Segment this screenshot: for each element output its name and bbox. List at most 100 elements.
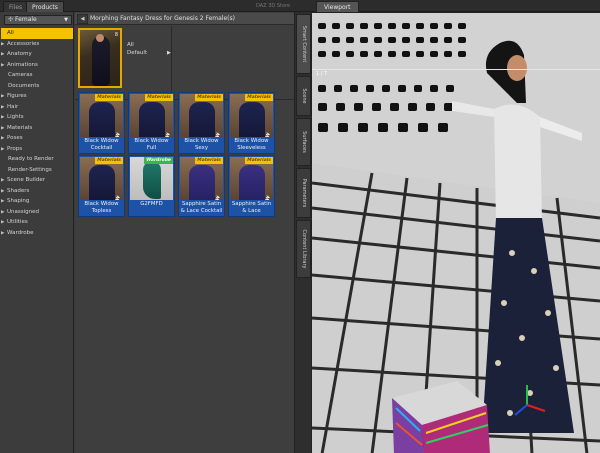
category-badge: Wardrobe [144,157,173,164]
category-item-label: Documents [8,82,40,89]
category-item-utilities[interactable]: ▶ Utilities [1,217,73,228]
product-item-label: Black Widow Sleeveless [234,138,269,151]
dress-preview [189,102,215,137]
product-item[interactable]: MaterialsNEWBlack Widow Topless [78,155,125,217]
product-item[interactable]: MaterialsNEWBlack Widow Full [128,92,175,154]
category-item-documents[interactable]: Documents [1,81,73,92]
category-item-animations[interactable]: ▶ Animations [1,60,73,71]
product-item-thumbnail: MaterialsNEW [80,157,123,200]
product-item[interactable]: MaterialsNEWBlack Widow Sexy [178,92,225,154]
category-item-label: Hair [7,103,19,110]
dress-preview [189,165,215,200]
product-item-thumbnail: Wardrobe [130,157,173,200]
category-item-poses[interactable]: ▶ Poses [1,133,73,144]
category-item-scene-builder[interactable]: ▶ Scene Builder [1,175,73,186]
dock-tab-smart-content[interactable]: Smart Content [296,14,311,74]
dress-preview [89,102,115,137]
category-item-all[interactable]: All [1,28,73,39]
product-item-thumbnail: MaterialsNEW [180,157,223,200]
category-item-accessories[interactable]: ▶ Accessories [1,39,73,50]
product-item[interactable]: MaterialsNEWBlack Widow Sleeveless [228,92,275,154]
dress-preview [239,102,265,137]
category-item-cameras[interactable]: Cameras [1,70,73,81]
product-row: 8 All Default ▶ [75,26,294,100]
filter-dropdown-value: Female [15,16,37,23]
category-item-render-settings[interactable]: Render-Settings [1,165,73,176]
category-item-label: Shaping [7,198,30,204]
dress-preview [143,161,161,199]
product-item-thumbnail: MaterialsNEW [80,94,123,137]
product-item-label: Sapphire Satin & Lace [231,201,272,214]
viewport-canvas[interactable]: 1 / 7 [312,12,600,453]
viewport-guide-line [312,69,600,70]
option-default[interactable]: Default ▶ [127,50,171,56]
dock-tab-label: Scene [300,88,307,104]
category-badge: Materials [195,94,223,101]
category-item-props[interactable]: ▶ Props [1,144,73,155]
breadcrumb-title: Morphing Fantasy Dress for Genesis 2 Fem… [90,15,235,22]
category-item-label: Unassigned [7,208,39,215]
breadcrumb: ◀ Morphing Fantasy Dress for Genesis 2 Fe… [75,13,294,25]
viewport-scene [312,13,600,453]
product-item[interactable]: MaterialsNEWSapphire Satin & Lace Cockta… [178,155,225,217]
tab-viewport[interactable]: Viewport [316,1,359,12]
product-item-thumbnail: MaterialsNEW [130,94,173,137]
product-item[interactable]: Wardrobe G2FMFD [128,155,175,217]
product-item-label: Black Widow Sexy [184,138,219,151]
category-item-anatomy[interactable]: ▶ Anatomy [1,49,73,60]
category-item-label: Anatomy [7,51,32,57]
product-item-label: G2FMFD [140,201,163,207]
content-panel: ◀ Morphing Fantasy Dress for Genesis 2 Fe… [75,12,294,453]
category-item-label: Utilities [7,219,28,225]
side-dock-tabs: Smart Content Scene Surfaces Parameters Cont… [294,12,312,453]
category-item-lights[interactable]: ▶ Lights [1,112,73,123]
product-count-badge: 8 [114,32,118,38]
store-label: DAZ 3D Store [256,3,291,9]
chevron-down-icon: ▼ [64,17,68,23]
category-item-label: Accessories [7,40,40,47]
filter-dropdown[interactable]: ✣ Female ▼ [4,15,72,25]
category-item-unassigned[interactable]: ▶ Unassigned [1,207,73,218]
category-item-label: Props [7,145,23,152]
dock-tab-label: Smart Content [300,25,307,63]
dress-preview [139,102,165,137]
dock-tab-parameters[interactable]: Parameters [296,168,311,218]
category-item-wardrobe[interactable]: ▶ Wardrobe [1,228,73,239]
option-all[interactable]: All [127,42,134,48]
top-tab-bar: Files Products DAZ 3D Store [0,0,600,12]
category-item-hair[interactable]: ▶ Hair [1,102,73,113]
tab-products[interactable]: Products [26,1,64,12]
category-item-shaders[interactable]: ▶ Shaders [1,186,73,197]
category-badge: Materials [95,94,123,101]
category-badge: Materials [145,94,173,101]
figure-silhouette [92,36,110,86]
dock-tab-label: Parameters [300,178,307,208]
dock-tab-label: Surfaces [300,131,307,153]
category-item-label: Materials [7,124,33,131]
category-badge: Materials [95,157,123,164]
back-arrow-icon[interactable]: ◀ [77,13,88,24]
dock-tab-content-library[interactable]: Content Library [296,220,311,278]
product-item-label: Black Widow Topless [84,201,119,214]
category-item-label: Shaders [7,187,30,194]
tab-files[interactable]: Files [3,1,29,12]
category-item-label: All [7,30,14,36]
category-item-label: Animations [7,61,38,68]
dock-tab-label: Content Library [300,229,307,269]
product-item[interactable]: MaterialsNEWSapphire Satin & Lace [228,155,275,217]
category-item-label: Cameras [8,72,33,78]
product-item-label: Black Widow Cocktail [84,138,119,151]
category-badge: Materials [195,157,223,164]
category-item-figures[interactable]: ▶ Figures [1,91,73,102]
dress-preview [89,165,115,200]
dock-tab-surfaces[interactable]: Surfaces [296,118,311,166]
category-item-label: Ready to Render [8,156,54,162]
category-item-ready-to-render[interactable]: Ready to Render [1,154,73,165]
dock-tab-scene[interactable]: Scene [296,76,311,116]
dress-preview [239,165,265,200]
pin-icon: ✣ [8,16,14,23]
product-item[interactable]: MaterialsNEWBlack Widow Cocktail [78,92,125,154]
category-item-materials[interactable]: ▶ Materials [1,123,73,134]
category-item-shaping[interactable]: ▶ Shaping [1,196,73,207]
product-thumbnail[interactable]: 8 [78,28,122,88]
